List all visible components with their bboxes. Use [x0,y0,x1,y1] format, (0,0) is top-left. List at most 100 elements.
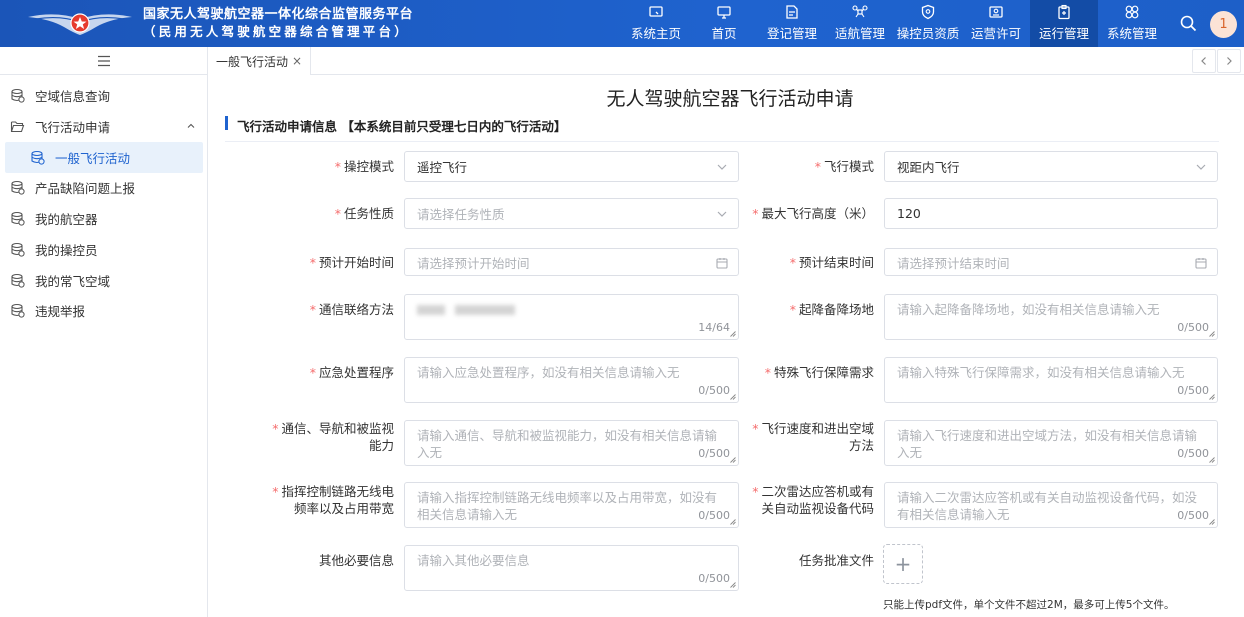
flight-mode-value: 视距内飞行 [897,160,960,175]
nav-operation-management[interactable]: 运行管理 [1030,0,1098,47]
other-label: 其他必要信息 [318,553,394,568]
required-mark: * [272,421,279,436]
chevron-down-icon [717,211,727,217]
chevron-down-icon [717,164,727,170]
resize-grip-icon[interactable] [730,331,736,337]
char-count: 0/500 [698,572,730,585]
sidebar-item-flight-application[interactable]: 飞行活动申请 [0,111,207,142]
sidebar-item-general-flight[interactable]: 一般飞行活动 [5,142,203,173]
required-mark: * [334,206,341,221]
top-header: 国家无人驾驶航空器一体化综合监管服务平台 （民用无人驾驶航空器综合管理平台） 系… [0,0,1244,47]
section-title: 飞行活动申请信息 【本系统目前只受理七日内的飞行活动】 [237,119,567,134]
resize-grip-icon[interactable] [1209,519,1215,525]
chevron-left-icon [1201,57,1206,65]
resize-grip-icon[interactable] [1209,394,1215,400]
nav-label: 运行管理 [1038,26,1089,41]
sidebar-item-label: 我的航空器 [35,212,98,227]
caac-logo-icon [28,13,132,35]
end-time-label: * 预计结束时间 [760,254,874,271]
tab-scroll-left-button[interactable] [1192,49,1216,73]
resize-grip-icon[interactable] [1209,457,1215,463]
db-icon [11,303,25,318]
required-mark: * [752,484,759,499]
approval-label: 任务批准文件 [798,553,874,568]
special-label: * 特殊飞行保障需求 [740,364,874,381]
sidebar: 空域信息查询 飞行活动申请 一般飞行活动 产品缺陷问题上报 我的航空器 我的操控… [0,47,208,617]
start-time-picker[interactable]: 请选择预计开始时间 [404,248,739,276]
alt-site-textarea[interactable]: 请输入起降备降场地，如没有相关信息请输入无 0/500 [884,294,1218,340]
control-mode-label: * 操控模式 [300,158,394,175]
nav-system-settings[interactable]: 系统管理 [1098,0,1166,47]
flight-mode-select[interactable]: 视距内飞行 [884,151,1218,182]
c2link-textarea[interactable]: 请输入指挥控制链路无线电频率以及占用带宽，如没有相关信息请输入无 0/500 [404,482,739,528]
nav-label: 操控员资质 [896,26,960,41]
sidebar-item-label: 产品缺陷问题上报 [35,181,136,196]
contact-textarea[interactable]: 14/64 [404,294,739,340]
control-mode-label-text: 操控模式 [343,159,394,174]
close-icon[interactable]: × [292,54,302,68]
task-nature-select[interactable]: 请选择任务性质 [404,198,739,229]
max-altitude-label: * 最大飞行高度（米） [740,205,874,222]
special-textarea[interactable]: 请输入特殊飞行保障需求，如没有相关信息请输入无 0/500 [884,357,1218,403]
brand-title-line2: （民用无人驾驶航空器综合管理平台） [143,24,410,39]
cns-textarea[interactable]: 请输入通信、导航和被监视能力，如没有相关信息请输入无 0/500 [404,420,739,466]
sidebar-item-defect-report[interactable]: 产品缺陷问题上报 [0,172,207,203]
emergency-textarea[interactable]: 请输入应急处置程序，如没有相关信息请输入无 0/500 [404,357,739,403]
nav-home[interactable]: 首页 [690,0,758,47]
required-mark: * [309,365,316,380]
nav-registration[interactable]: 登记管理 [758,0,826,47]
speed-textarea[interactable]: 请输入飞行速度和进出空域方法，如没有相关信息请输入无 0/500 [884,420,1218,466]
other-textarea[interactable]: 请输入其他必要信息 0/500 [404,545,739,591]
top-nav: 系统主页 首页 登记管理 适航管理 操控员资质 运营许可 运行管理 系统管理 [622,0,1166,47]
db-icon [11,273,25,288]
chevron-right-icon [1227,57,1232,65]
sidebar-item-label: 飞行活动申请 [35,120,111,135]
control-mode-value: 遥控飞行 [417,160,468,175]
nav-system-home[interactable]: 系统主页 [622,0,690,47]
contact-label: * 通信联络方法 [280,301,394,318]
end-time-picker[interactable]: 请选择预计结束时间 [884,248,1218,276]
sidebar-item-my-airspace[interactable]: 我的常飞空域 [0,265,207,296]
char-count: 0/500 [698,384,730,397]
required-mark: * [789,255,796,270]
required-mark: * [814,159,821,174]
sidebar-item-my-operators[interactable]: 我的操控员 [0,234,207,265]
db-icon [11,88,25,103]
control-mode-select[interactable]: 遥控飞行 [404,151,739,182]
resize-grip-icon[interactable] [1209,331,1215,337]
brand-title-line1: 国家无人驾驶航空器一体化综合监管服务平台 [143,7,414,22]
sidebar-item-violation-report[interactable]: 违规举报 [0,295,207,326]
sidebar-item-my-aircraft[interactable]: 我的航空器 [0,203,207,234]
c2link-placeholder: 请输入指挥控制链路无线电频率以及占用带宽，如没有相关信息请输入无 [417,490,718,522]
sidebar-toggle[interactable] [0,47,207,75]
nav-operator-qualification[interactable]: 操控员资质 [894,0,962,47]
upload-button[interactable]: + [883,544,923,584]
resize-grip-icon[interactable] [730,457,736,463]
tab-label: 一般飞行活动 [216,54,289,69]
resize-grip-icon[interactable] [730,394,736,400]
sidebar-item-label: 空域信息查询 [35,89,111,104]
settings-icon [1125,5,1139,19]
end-time-label-text: 预计结束时间 [798,255,874,270]
max-altitude-input[interactable]: 120 [884,198,1218,229]
nav-label: 运营许可 [970,26,1021,41]
search-icon[interactable] [1180,15,1197,32]
max-altitude-label-text: 最大飞行高度（米） [761,206,874,221]
special-label-text: 特殊飞行保障需求 [773,365,874,380]
required-mark: * [309,255,316,270]
required-mark: * [309,302,316,317]
sidebar-item-airspace-query[interactable]: 空域信息查询 [0,80,207,111]
tab-scroll-right-button[interactable] [1217,49,1241,73]
resize-grip-icon[interactable] [730,582,736,588]
user-avatar[interactable]: 1 [1210,11,1237,38]
nav-operation-license[interactable]: 运营许可 [962,0,1030,47]
resize-grip-icon[interactable] [730,519,736,525]
nav-airworthiness[interactable]: 适航管理 [826,0,894,47]
tab-general-flight[interactable]: 一般飞行活动 × [208,47,312,75]
divider [225,141,1219,142]
task-nature-label-text: 任务性质 [343,206,394,221]
monitor-icon [649,6,663,17]
cns-label-line2: 能力 [368,438,394,453]
ssr-textarea[interactable]: 请输入二次雷达应答机或有关自动监视设备代码，如没有相关信息请输入无 0/500 [884,482,1218,528]
license-icon [989,6,1003,18]
